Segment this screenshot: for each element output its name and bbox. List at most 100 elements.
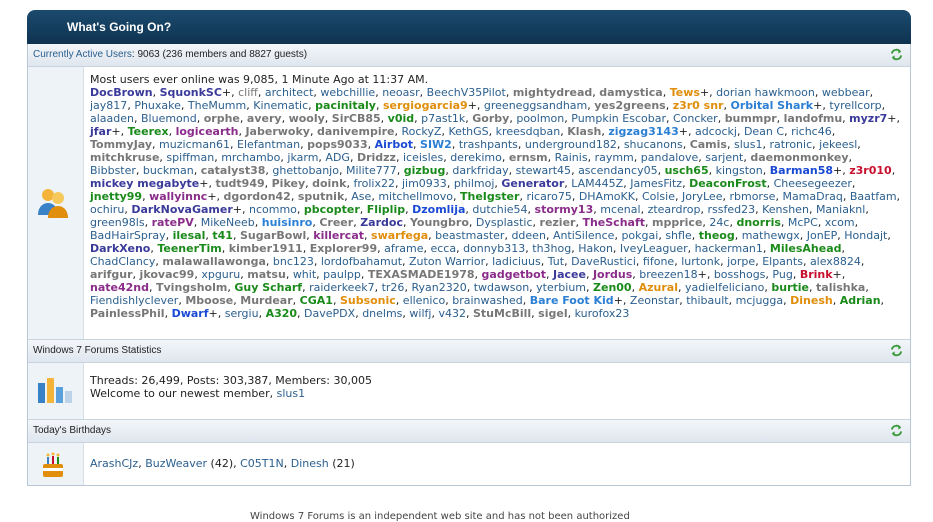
user-link[interactable]: Gorby <box>472 112 509 125</box>
user-link[interactable]: LAM445Z <box>571 177 623 190</box>
user-link[interactable]: Elpants <box>762 255 803 268</box>
user-link[interactable]: Cheesegeezer <box>774 177 852 190</box>
user-link[interactable]: gizbug <box>404 164 446 177</box>
user-link[interactable]: DeaconFrost <box>689 177 767 190</box>
user-link[interactable]: Camis <box>690 138 727 151</box>
user-link[interactable]: CGA1 <box>300 294 333 307</box>
user-link[interactable]: Teerex <box>128 125 169 138</box>
user-link[interactable]: Orbital Shark <box>730 99 813 112</box>
user-link[interactable]: StuMcBill <box>473 307 531 320</box>
user-link[interactable]: rssfed23 <box>707 203 755 216</box>
user-link[interactable]: kurofox23 <box>575 307 630 320</box>
user-link[interactable]: SIW2 <box>420 138 452 151</box>
user-link[interactable]: paulpp <box>323 268 361 281</box>
user-link[interactable]: orphe <box>204 112 240 125</box>
user-link[interactable]: greeneggsandham <box>484 99 587 112</box>
user-link[interactable]: mpprice <box>652 216 702 229</box>
user-link[interactable]: Fliplip <box>367 203 405 216</box>
user-link[interactable]: usch65 <box>665 164 709 177</box>
user-link[interactable]: hackerman1 <box>695 242 763 255</box>
user-link[interactable]: sergiogarcia9 <box>383 99 468 112</box>
user-link[interactable]: Hakon <box>578 242 613 255</box>
user-link[interactable]: PainlessPhil <box>90 307 165 320</box>
user-link[interactable]: raiderkeek7 <box>309 281 374 294</box>
user-link[interactable]: TeenerTim <box>157 242 221 255</box>
user-link[interactable]: mickey megabyte <box>90 177 199 190</box>
user-link[interactable]: dgordon42 <box>224 190 291 203</box>
user-link[interactable]: Tvingsholm <box>156 281 227 294</box>
user-link[interactable]: A320 <box>266 307 297 320</box>
user-link[interactable]: Kenshen <box>762 203 809 216</box>
user-link[interactable]: DarkNovaGamer <box>131 203 232 216</box>
user-link[interactable]: pops9033 <box>307 138 367 151</box>
user-link[interactable]: bnc123 <box>273 255 314 268</box>
user-link[interactable]: jekeesl <box>819 138 857 151</box>
user-link[interactable]: KethGS <box>448 125 488 138</box>
user-link[interactable]: mitchellmovo <box>378 190 453 203</box>
user-link[interactable]: ricaro75 <box>526 190 571 203</box>
user-link[interactable]: zteardrop <box>648 203 701 216</box>
user-link[interactable]: ncommo <box>249 203 297 216</box>
user-link[interactable]: kimber1911 <box>229 242 303 255</box>
user-link[interactable]: darkfriday <box>452 164 508 177</box>
user-link[interactable]: SquonkSC <box>160 86 222 99</box>
user-link[interactable]: rezier <box>540 216 576 229</box>
user-link[interactable]: tr26 <box>382 281 405 294</box>
user-link[interactable]: Jaberwoky <box>245 125 309 138</box>
user-link[interactable]: myzr7 <box>849 112 887 125</box>
user-link[interactable]: webchillie <box>320 86 375 99</box>
user-link[interactable]: Creer <box>319 216 353 229</box>
user-link[interactable]: Mboose <box>185 294 233 307</box>
user-link[interactable]: Milite777 <box>346 164 397 177</box>
user-link[interactable]: xpguru <box>201 268 240 281</box>
user-link[interactable]: muzicman61 <box>159 138 230 151</box>
user-link[interactable]: malawallawonga <box>162 255 265 268</box>
user-link[interactable]: shucanons <box>624 138 683 151</box>
birthday-user-link[interactable]: C05T1N <box>240 457 284 470</box>
user-link[interactable]: Guy Scharf <box>234 281 302 294</box>
user-link[interactable]: jay817 <box>90 99 127 112</box>
user-link[interactable]: donnyb313 <box>463 242 525 255</box>
user-link[interactable]: brainwashed <box>452 294 522 307</box>
user-link[interactable]: mitchkruse <box>90 151 159 164</box>
user-link[interactable]: iceisles <box>403 151 443 164</box>
user-link[interactable]: lordofbahamut <box>321 255 402 268</box>
user-link[interactable]: neoasr <box>382 86 419 99</box>
user-link[interactable]: catalyst38 <box>201 164 266 177</box>
user-link[interactable]: SirCB85 <box>332 112 381 125</box>
user-link[interactable]: burtie <box>771 281 809 294</box>
newest-member-link[interactable]: slus1 <box>277 387 306 400</box>
user-link[interactable]: TheMumm <box>188 99 246 112</box>
user-link[interactable]: Bare Foot Kid <box>530 294 614 307</box>
user-link[interactable]: buckman <box>143 164 194 177</box>
user-link[interactable]: JonEP <box>807 229 838 242</box>
user-link[interactable]: ellenico <box>403 294 445 307</box>
user-link[interactable]: ratePV <box>152 216 194 229</box>
user-link[interactable]: stewart45 <box>516 164 571 177</box>
user-link[interactable]: MilesAhead <box>770 242 842 255</box>
user-link[interactable]: jnetty99 <box>90 190 142 203</box>
user-link[interactable]: yadielfeliciano <box>685 281 764 294</box>
user-link[interactable]: derekimo <box>450 151 502 164</box>
user-link[interactable]: theog <box>699 229 735 242</box>
user-link[interactable]: sergiu <box>225 307 259 320</box>
user-link[interactable]: McPC <box>788 216 818 229</box>
user-link[interactable]: z3r0 snr <box>673 99 724 112</box>
user-link[interactable]: danivempire <box>317 125 395 138</box>
user-link[interactable]: dorian hawkmoon <box>716 86 815 99</box>
user-link[interactable]: talishka <box>816 281 865 294</box>
user-link[interactable]: avery <box>247 112 282 125</box>
user-link[interactable]: jkovac99 <box>140 268 195 281</box>
user-link[interactable]: richc46 <box>791 125 832 138</box>
user-link[interactable]: Murdear <box>240 294 292 307</box>
birthday-user-link[interactable]: Dinesh <box>291 457 329 470</box>
user-link[interactable]: spiffman <box>166 151 214 164</box>
user-link[interactable]: slus1 <box>734 138 763 151</box>
user-link[interactable]: Kinematic <box>253 99 308 112</box>
user-link[interactable]: Hondajt <box>844 229 887 242</box>
user-link[interactable]: SugarBowl <box>240 229 306 242</box>
user-link[interactable]: t41 <box>212 229 233 242</box>
user-link[interactable]: Maniaknl <box>816 203 865 216</box>
user-link[interactable]: DarkXeno <box>90 242 150 255</box>
user-link[interactable]: ADG <box>325 151 350 164</box>
